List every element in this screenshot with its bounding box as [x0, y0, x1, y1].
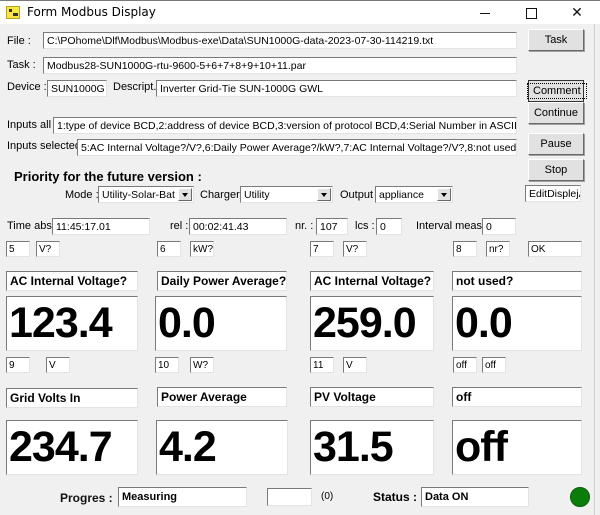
- output-value: appliance: [379, 189, 424, 201]
- task-field[interactable]: Modbus28-SUN1000G-rtu-9600-5+6+7+8+9+10+…: [43, 57, 517, 74]
- channel-value-display: 123.4: [6, 296, 138, 351]
- channel-caption: off: [452, 387, 582, 407]
- channel-caption: Daily Power Average?: [157, 271, 287, 291]
- channel-caption: PV Voltage: [310, 387, 434, 407]
- progress-counter-field[interactable]: [267, 488, 312, 506]
- rel-field[interactable]: 00:02:41.43: [189, 218, 287, 235]
- chevron-down-icon[interactable]: [178, 188, 192, 201]
- channel-caption: AC Internal Voltage?: [6, 271, 138, 291]
- device-field[interactable]: SUN1000G: [47, 80, 107, 97]
- channel-unit-field[interactable]: W?: [190, 357, 214, 373]
- channel-value-display: off: [452, 420, 582, 475]
- charger-value: Utility: [244, 189, 270, 201]
- channel-value-display: 259.0: [310, 296, 434, 351]
- channel-index-field[interactable]: 9: [6, 357, 30, 373]
- channel-index-field[interactable]: off: [453, 357, 477, 373]
- priority-heading: Priority for the future version :: [14, 169, 202, 184]
- channel-caption: AC Internal Voltage?: [310, 271, 434, 291]
- channel-unit-field[interactable]: V: [46, 357, 70, 373]
- channel-unit-field[interactable]: off: [482, 357, 506, 373]
- chevron-down-icon[interactable]: [437, 188, 451, 201]
- channel-index-field[interactable]: 7: [310, 241, 334, 257]
- interval-field[interactable]: 0: [482, 218, 516, 235]
- minimize-button[interactable]: [462, 1, 508, 25]
- file-field[interactable]: C:\POhome\Dlf\Modbus\Modbus-exe\Data\SUN…: [43, 32, 517, 49]
- channel-index-field[interactable]: 11: [310, 357, 334, 373]
- pause-button[interactable]: Pause: [528, 133, 584, 155]
- channel-caption: Grid Volts In: [6, 388, 138, 408]
- mode-value: Utility-Solar-Bat: [102, 189, 175, 201]
- status-label: Status :: [373, 490, 418, 504]
- progress-counter-text: (0): [321, 491, 334, 502]
- mode-label: Mode :: [65, 189, 99, 201]
- comment-button[interactable]: Comment: [527, 80, 587, 102]
- inputs-all-field[interactable]: 1:type of device BCD,2:address of device…: [53, 117, 517, 134]
- channel-unit-field[interactable]: V: [343, 357, 367, 373]
- rel-label: rel :: [170, 220, 189, 232]
- status-field: Data ON: [421, 487, 529, 507]
- nr-label: nr. :: [295, 220, 314, 232]
- stop-button[interactable]: Stop: [528, 159, 584, 181]
- charger-dropdown[interactable]: Utility: [240, 186, 333, 203]
- channel-index-field[interactable]: 8: [453, 241, 477, 257]
- window-border: [594, 24, 600, 515]
- device-label: Device :: [7, 81, 47, 93]
- progres-label: Progres :: [60, 491, 113, 505]
- status-led-icon: [570, 487, 590, 507]
- channel-unit-field[interactable]: nr?: [486, 241, 510, 257]
- continue-button[interactable]: Continue: [528, 102, 584, 124]
- channel-index-field[interactable]: 5: [6, 241, 30, 257]
- title-bar: Form Modbus Display ✕: [0, 0, 600, 24]
- channel-unit-field[interactable]: V?: [343, 241, 367, 257]
- channel-value-display: 4.2: [156, 420, 288, 475]
- task-button[interactable]: Task: [528, 29, 584, 51]
- output-dropdown[interactable]: appliance: [375, 186, 453, 203]
- channel-index-field[interactable]: 6: [157, 241, 181, 257]
- progres-field: Measuring: [118, 487, 247, 507]
- channel-value-display: 0.0: [155, 296, 287, 351]
- chevron-down-icon[interactable]: [317, 188, 331, 201]
- channel-unit-field[interactable]: kW?: [190, 241, 214, 257]
- inputs-all-label: Inputs all :: [7, 119, 58, 131]
- descript-field[interactable]: Inverter Grid-Tie SUN-1000G GWL: [156, 80, 517, 97]
- comment-button-label: Comment: [527, 83, 587, 99]
- interval-label: Interval meas. :: [416, 220, 492, 232]
- file-label: File :: [7, 35, 31, 47]
- channel-value-display: 31.5: [310, 420, 434, 475]
- channel-value-display: 234.7: [6, 420, 138, 475]
- close-button[interactable]: ✕: [554, 1, 600, 25]
- channel-caption: Power Average: [157, 387, 287, 407]
- inputs-selected-field[interactable]: 5:AC Internal Voltage?/V?,6:Daily Power …: [77, 139, 517, 156]
- channel-index-field[interactable]: 10: [155, 357, 179, 373]
- task-label: Task :: [7, 59, 36, 71]
- mode-dropdown[interactable]: Utility-Solar-Bat: [98, 186, 194, 203]
- inputs-selected-label: Inputs selected :: [7, 140, 88, 152]
- channel-value-display: 0.0: [452, 296, 582, 351]
- lcs-label: lcs :: [355, 220, 375, 232]
- nr-field[interactable]: 107: [316, 218, 348, 235]
- time-abs-field[interactable]: 11:45:17.01: [52, 218, 150, 235]
- output-label: Output :: [340, 189, 380, 201]
- edit-display-field[interactable]: EditDisplejAp: [525, 185, 581, 202]
- time-abs-label: Time abs :: [7, 220, 58, 232]
- app-icon: [6, 6, 20, 19]
- status-ok-field[interactable]: OK: [528, 241, 582, 257]
- channel-unit-field[interactable]: V?: [36, 241, 60, 257]
- window-title: Form Modbus Display: [27, 5, 156, 19]
- maximize-button[interactable]: [508, 1, 554, 25]
- charger-label: Charger :: [200, 189, 246, 201]
- lcs-field[interactable]: 0: [376, 218, 402, 235]
- channel-caption: not used?: [452, 271, 582, 291]
